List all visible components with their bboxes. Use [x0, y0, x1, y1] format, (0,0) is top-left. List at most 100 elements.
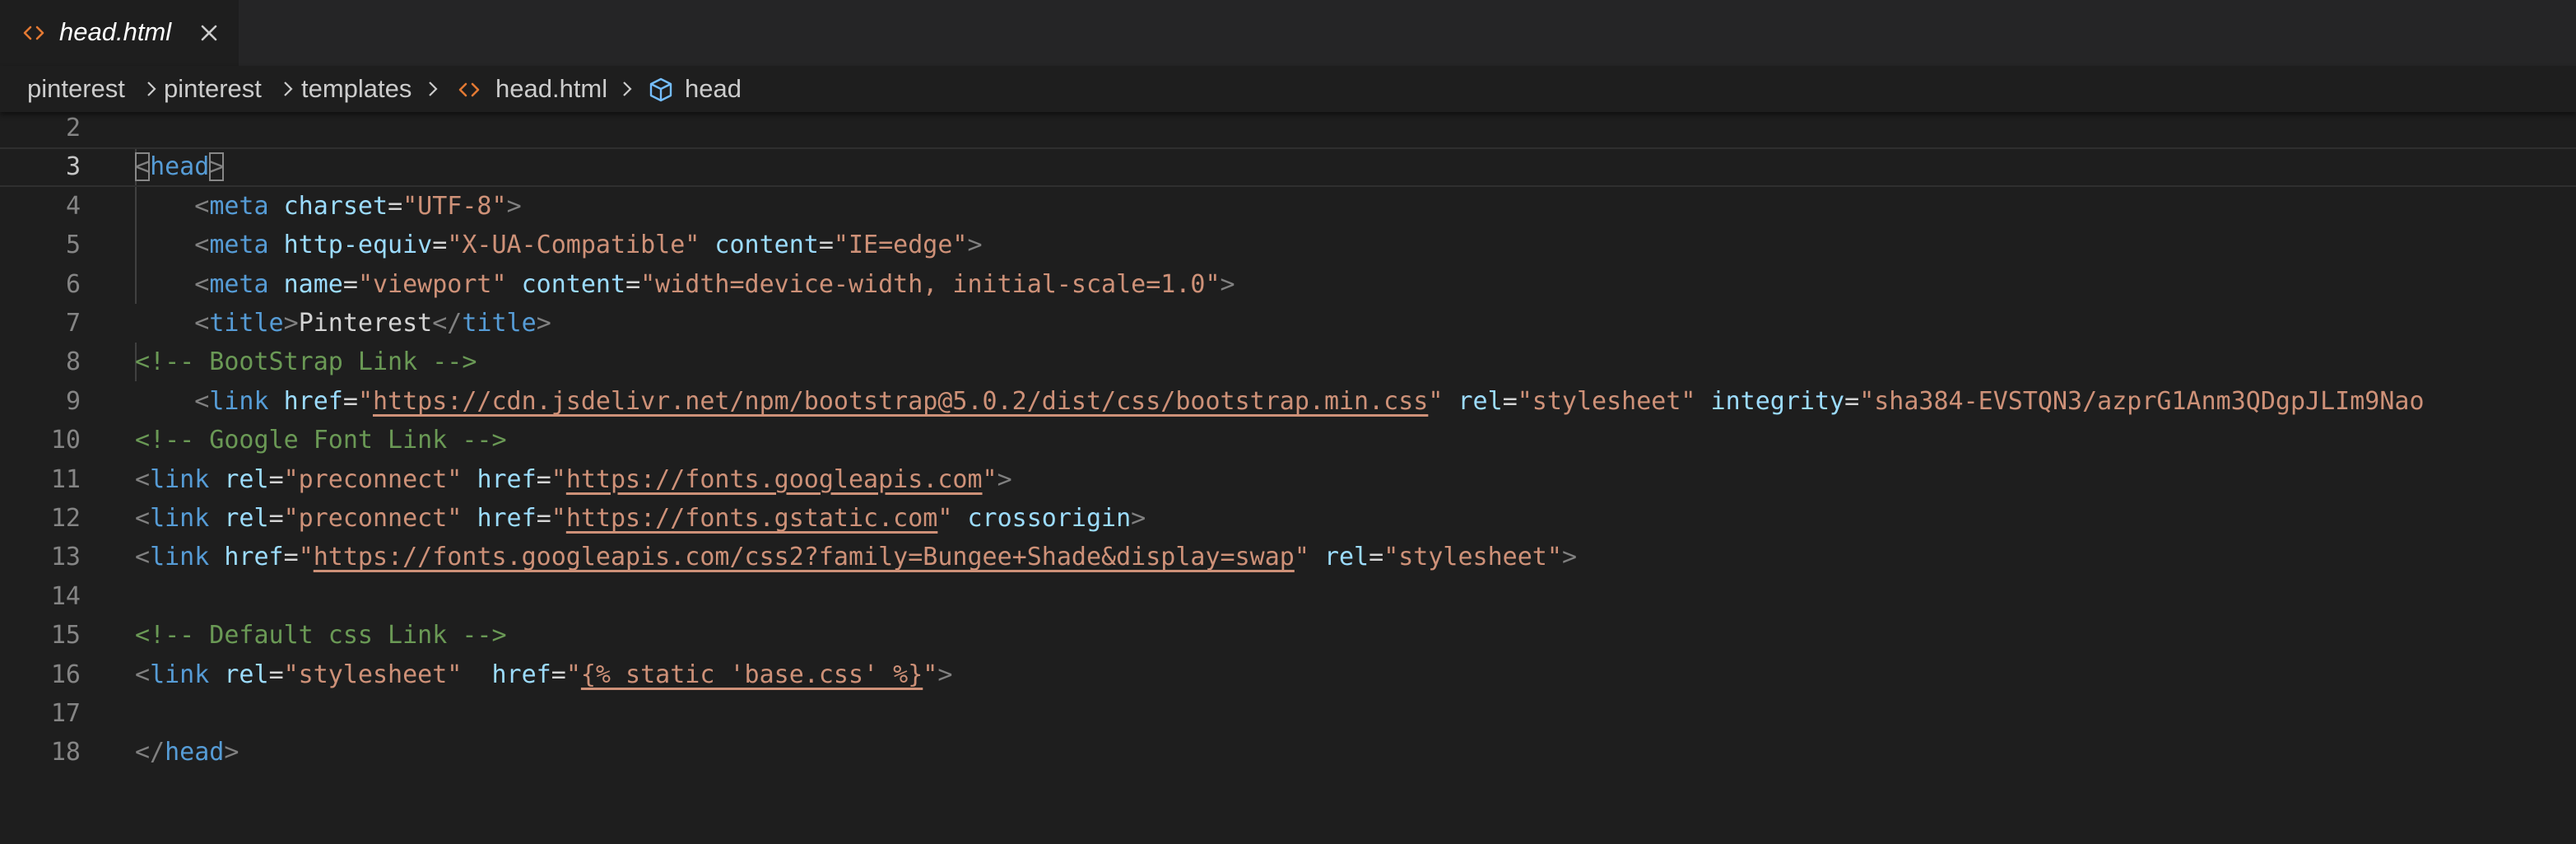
code-token: ": [982, 464, 997, 494]
code-token: link: [209, 386, 269, 416]
code-token: <!-- BootStrap Link -->: [135, 347, 477, 377]
line-number: 7: [65, 309, 81, 338]
breadcrumb-item-symbol[interactable]: head: [685, 72, 742, 105]
code-token: meta: [209, 269, 269, 299]
code-token: >: [1561, 543, 1577, 572]
tab-title: head.html: [59, 17, 172, 46]
chevron-right-icon: [623, 82, 632, 96]
code-line[interactable]: 6 <meta name="viewport" content="width=d…: [0, 265, 2576, 304]
line-code: <!-- BootStrap Link -->: [135, 343, 477, 381]
code-token: >: [937, 660, 953, 689]
code-token: =: [551, 660, 566, 689]
code-token: >: [967, 231, 983, 260]
code-token: "viewport": [357, 269, 507, 299]
line-code: <link href="https://fonts.googleapis.com…: [135, 538, 1577, 576]
code-line[interactable]: 5 <meta http-equiv="X-UA-Compatible" con…: [0, 226, 2576, 264]
code-token: href: [491, 660, 551, 689]
code-token: rel: [224, 504, 269, 533]
breadcrumb-item-pinterest-app[interactable]: pinterest: [164, 72, 262, 105]
code-line[interactable]: 8 <!-- BootStrap Link -->: [0, 343, 2576, 381]
code-token: rel: [224, 660, 269, 689]
code-token: "stylesheet": [283, 660, 463, 689]
code-token: ": [298, 543, 314, 572]
code-line[interactable]: 13 <link href="https://fonts.googleapis.c…: [0, 538, 2576, 576]
code-line[interactable]: 12 <link rel="preconnect" href="https://f…: [0, 499, 2576, 538]
code-editor[interactable]: 2 3 <head> 4 <meta charset="UTF-8"> 5 <meta …: [0, 112, 2576, 844]
code-token: =: [342, 269, 358, 299]
code-link[interactable]: https://fonts.googleapis.com: [566, 465, 983, 494]
line-code: <meta http-equiv="X-UA-Compatible" conte…: [135, 226, 983, 264]
code-line[interactable]: 4 <meta charset="UTF-8">: [0, 187, 2576, 226]
code-token: head: [150, 152, 210, 182]
code-line[interactable]: 9 <link href="https://cdn.jsdelivr.net/n…: [0, 382, 2576, 421]
line-number: 16: [50, 660, 81, 689]
code-link[interactable]: https://cdn.jsdelivr.net/npm/bootstrap@5…: [373, 387, 1428, 416]
code-link[interactable]: {% static 'base.css' %}: [581, 660, 923, 689]
code-token: href: [477, 464, 537, 494]
code-token: >: [283, 309, 299, 338]
line-code: <!-- Google Font Link -->: [135, 421, 507, 459]
line-number: 5: [65, 231, 81, 260]
breadcrumb-item-pinterest[interactable]: pinterest: [27, 72, 125, 105]
line-number: 13: [50, 543, 81, 572]
line-number: 11: [50, 464, 81, 494]
code-token: title: [462, 309, 537, 338]
code-token: =: [283, 543, 299, 572]
code-line[interactable]: 14: [0, 577, 2576, 616]
code-line[interactable]: 10 <!-- Google Font Link -->: [0, 421, 2576, 459]
code-token: link: [150, 464, 210, 494]
code-token: ": [1294, 543, 1309, 572]
code-token: "stylesheet": [1517, 386, 1696, 416]
breadcrumb-item-templates[interactable]: templates: [301, 72, 412, 105]
code-line[interactable]: 11 <link rel="preconnect" href="https://f…: [0, 460, 2576, 499]
code-line[interactable]: 7 <title>Pinterest</title>: [0, 304, 2576, 343]
code-token: <: [194, 309, 210, 338]
code-line[interactable]: 3 <head>: [0, 147, 2576, 187]
line-code: <link href="https://cdn.jsdelivr.net/npm…: [135, 382, 2424, 421]
code-token: =: [268, 660, 284, 689]
code-link[interactable]: https://fonts.googleapis.com/css2?family…: [314, 543, 1295, 571]
code-token: =: [536, 464, 551, 494]
code-line[interactable]: 2: [0, 112, 2576, 147]
code-token: <!-- Google Font Link -->: [135, 426, 507, 455]
code-line[interactable]: 15 <!-- Default css Link -->: [0, 616, 2576, 655]
code-line[interactable]: 17: [0, 694, 2576, 733]
code-token: >: [1131, 504, 1146, 533]
code-token: charset: [283, 191, 388, 221]
code-token: <: [135, 504, 151, 533]
code-token: =: [1844, 386, 1860, 416]
line-number: 14: [50, 581, 81, 611]
code-token: >: [1220, 269, 1235, 299]
close-icon[interactable]: [194, 18, 224, 48]
code-token: <: [194, 269, 210, 299]
line-code: <link rel="stylesheet" href="{% static '…: [135, 655, 952, 694]
breadcrumb-item-file[interactable]: head.html: [495, 72, 607, 105]
line-number: 17: [50, 699, 81, 728]
code-line[interactable]: 16 <link rel="stylesheet" href="{% static…: [0, 655, 2576, 694]
code-token: rel: [224, 464, 269, 494]
code-token: rel: [1323, 543, 1369, 572]
tab-head-html[interactable]: head.html: [0, 0, 239, 66]
code-token: <: [135, 543, 151, 572]
code-link[interactable]: https://fonts.gstatic.com: [566, 504, 938, 533]
code-token: integrity: [1710, 386, 1845, 416]
code-token: <: [135, 464, 151, 494]
code-token: ": [1428, 386, 1444, 416]
code-token: rel: [1458, 386, 1503, 416]
tab-bar: head.html: [0, 0, 2576, 66]
code-token: meta: [209, 231, 269, 260]
code-token: <: [135, 660, 151, 689]
code-line[interactable]: 18 </head>: [0, 733, 2576, 772]
code-token: meta: [209, 191, 269, 221]
code-token: =: [536, 504, 551, 533]
code-token: ": [923, 660, 938, 689]
